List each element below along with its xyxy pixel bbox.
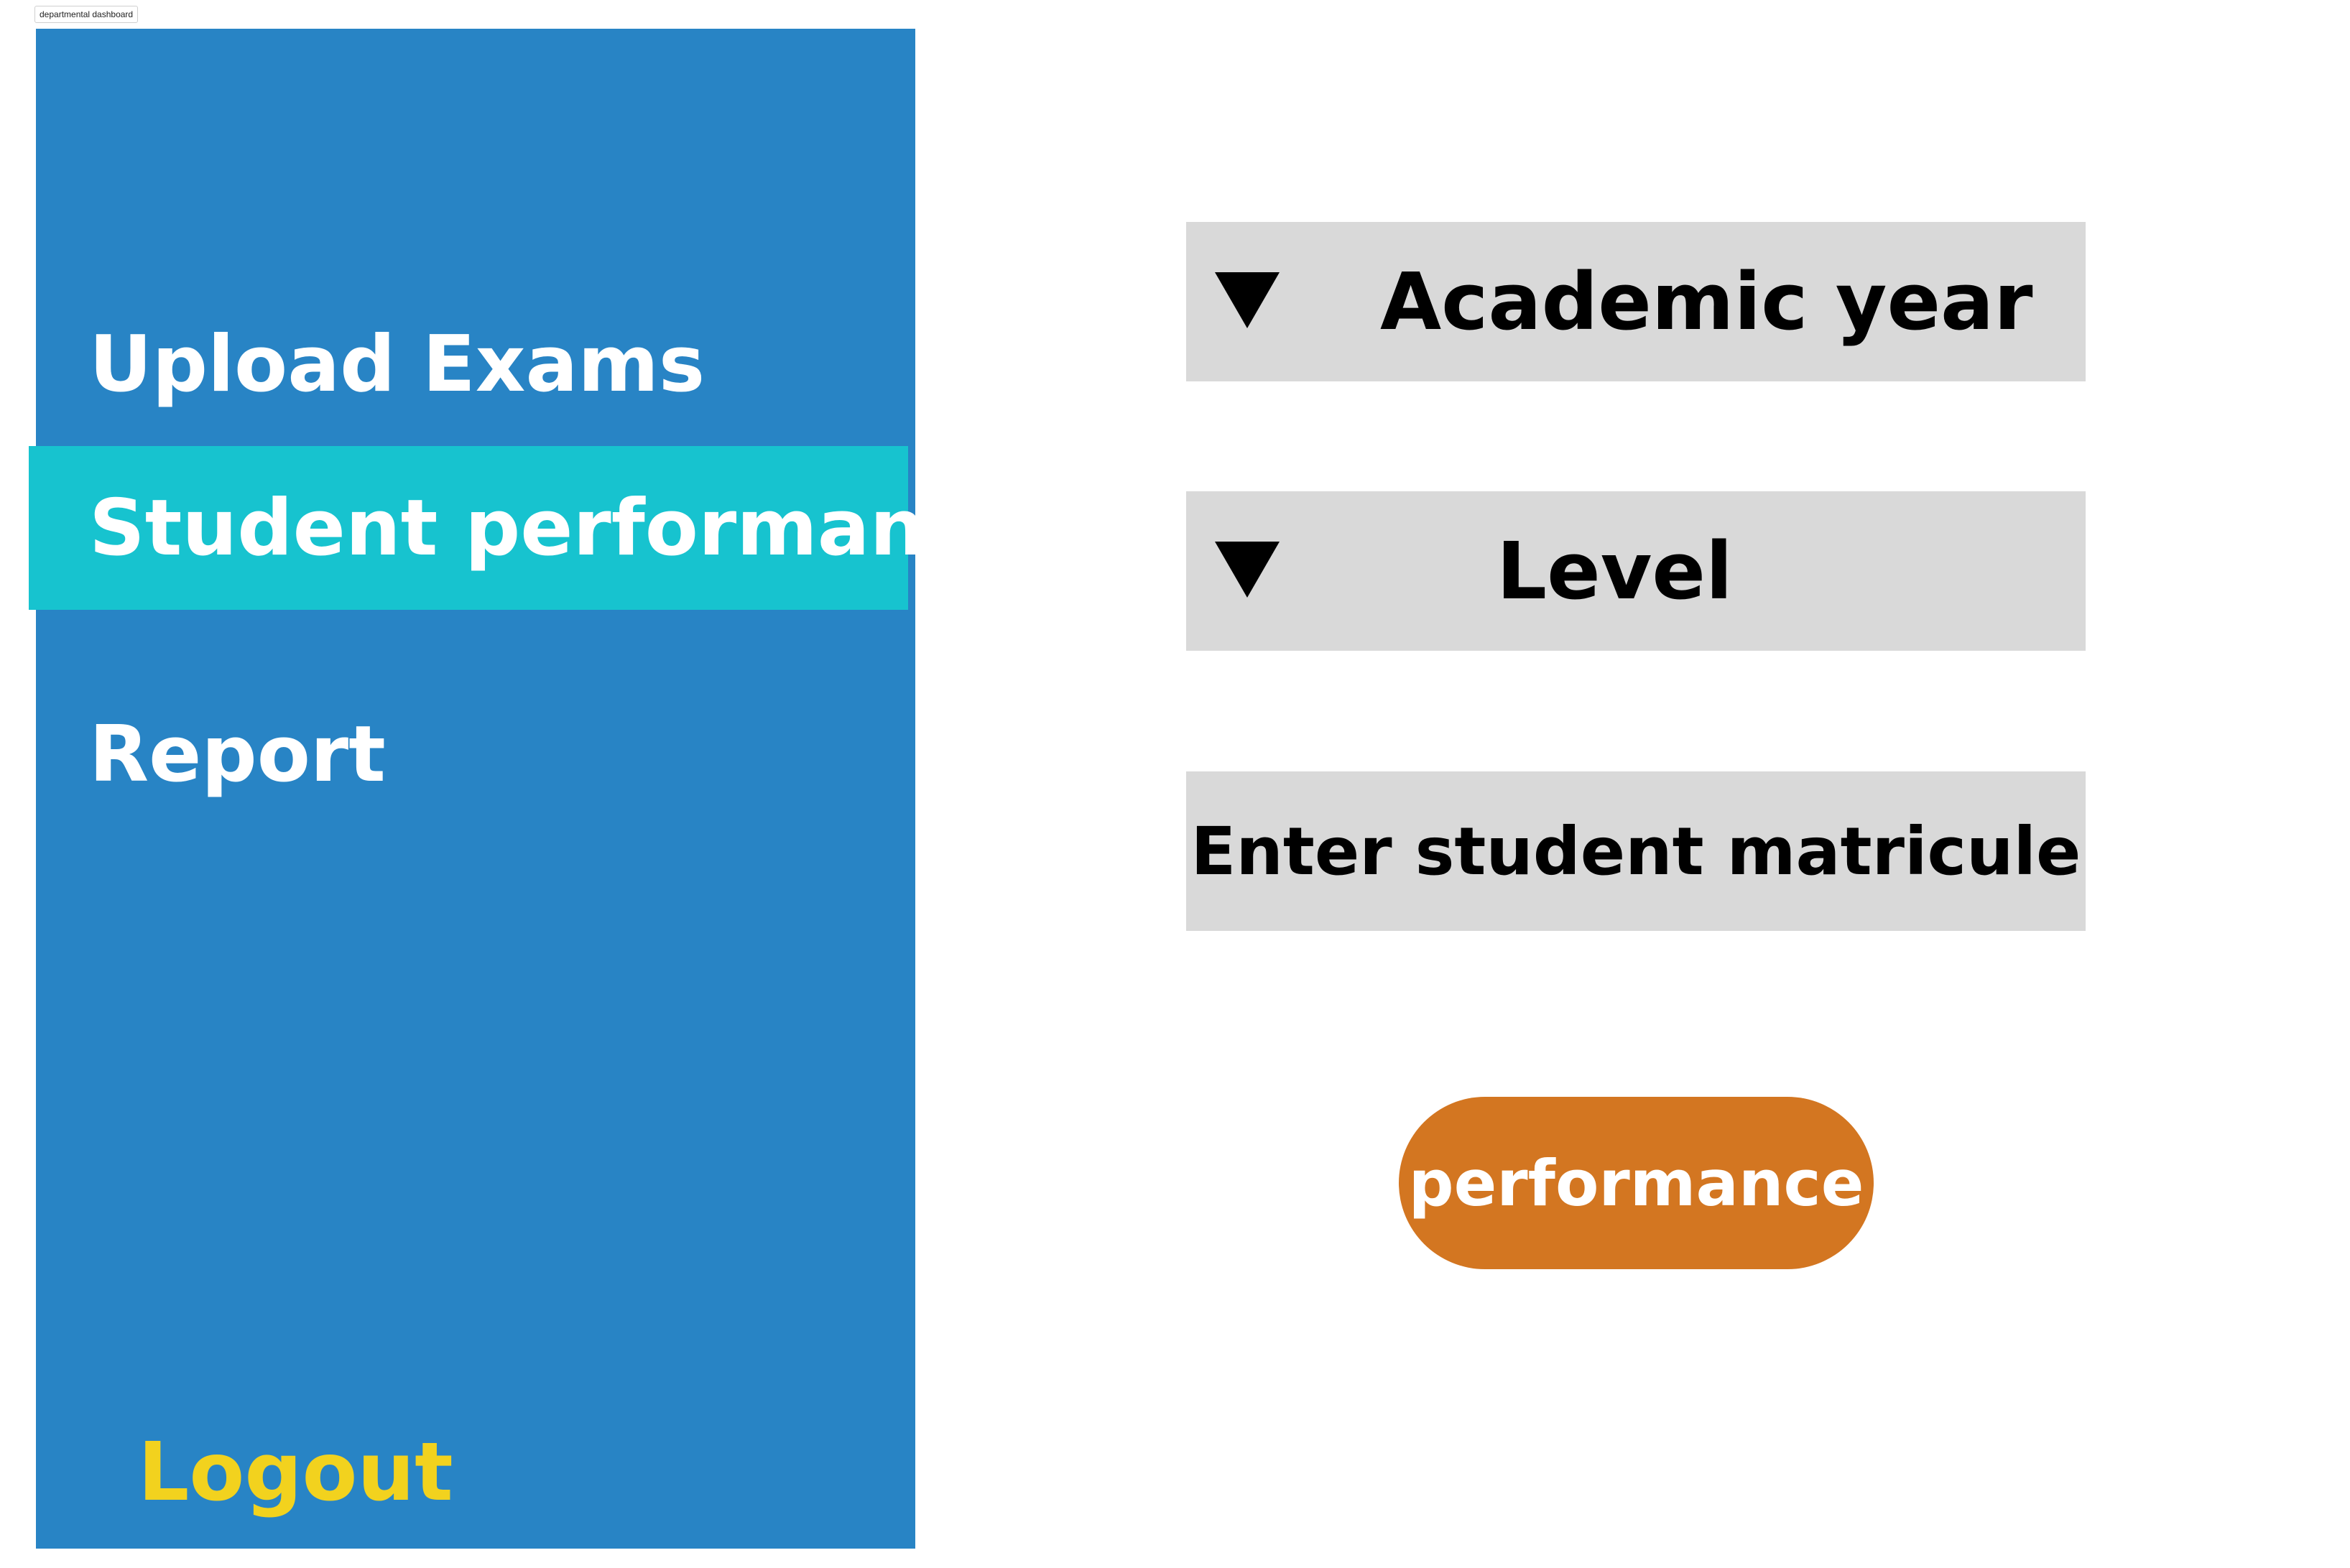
- logout-link[interactable]: Logout: [138, 1408, 453, 1537]
- frame-title: departmental dashboard: [34, 6, 139, 23]
- level-dropdown[interactable]: Level: [1186, 491, 2086, 651]
- dropdown-triangle-icon: [1215, 542, 1280, 598]
- sidebar-item-report[interactable]: Report: [36, 686, 915, 822]
- dropdown-triangle-icon: [1215, 272, 1280, 328]
- level-label: Level: [1496, 525, 1733, 617]
- sidebar: Upload Exams Report Logout: [36, 29, 915, 1549]
- student-matricule-placeholder: Enter student matricule: [1190, 812, 2081, 890]
- performance-button-label: performance: [1408, 1146, 1864, 1220]
- academic-year-label: Academic year: [1380, 256, 2033, 348]
- sidebar-item-student-performance[interactable]: Student performance: [29, 446, 1024, 610]
- sidebar-item-label: Student performance: [89, 483, 1024, 573]
- sidebar-item-label: Report: [89, 709, 386, 799]
- sidebar-item-label: Upload Exams: [89, 319, 706, 409]
- performance-button[interactable]: performance: [1399, 1097, 1874, 1269]
- student-matricule-input[interactable]: Enter student matricule: [1186, 771, 2086, 931]
- logout-label: Logout: [138, 1426, 453, 1519]
- sidebar-item-upload-exams[interactable]: Upload Exams: [36, 296, 915, 432]
- academic-year-dropdown[interactable]: Academic year: [1186, 222, 2086, 381]
